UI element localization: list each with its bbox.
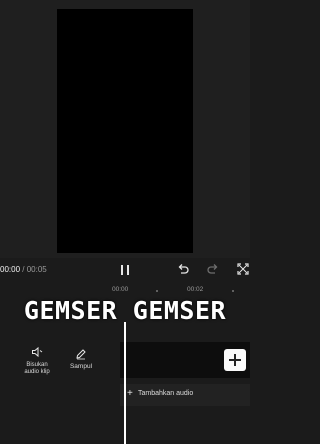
pencil-icon <box>76 349 86 360</box>
cover-button[interactable]: Sampul <box>65 348 97 382</box>
cover-label: Sampul <box>69 363 93 370</box>
video-track[interactable] <box>120 342 250 378</box>
timeline-ruler: 00:00 00:02 <box>0 284 250 296</box>
fullscreen-button[interactable] <box>236 262 250 276</box>
add-audio-plus-icon: + <box>127 388 133 399</box>
undo-button[interactable] <box>176 262 190 276</box>
time-display: 00:00 / 00:05 <box>0 265 47 274</box>
ruler-tick <box>232 290 234 292</box>
playhead[interactable] <box>124 322 126 444</box>
add-audio-button[interactable]: + Tambahkan audio <box>120 384 250 406</box>
add-audio-label: Tambahkan audio <box>138 390 194 397</box>
ruler-label: 00:02 <box>187 286 204 293</box>
video-preview[interactable] <box>57 9 193 253</box>
undo-icon <box>178 264 189 274</box>
ruler-label: 00:00 <box>112 286 129 293</box>
current-time: 00:00 <box>0 265 21 274</box>
preview-area <box>0 0 250 258</box>
video-editor: 00:00 / 00:05 00:00 00:02 GEMSER GEMSER … <box>0 0 250 444</box>
time-separator: / <box>20 265 27 274</box>
playback-controls: 00:00 / 00:05 <box>0 258 250 282</box>
mute-audio-label: Bisukan audio klip <box>24 362 50 375</box>
ruler-tick <box>156 290 158 292</box>
overlay-text: GEMSER GEMSER <box>23 296 227 325</box>
redo-icon <box>207 264 218 274</box>
add-clip-button[interactable] <box>224 349 246 371</box>
pause-button[interactable] <box>118 263 132 277</box>
fullscreen-icon <box>237 263 249 275</box>
timeline: + Tambahkan audio <box>120 342 250 442</box>
speaker-mute-icon <box>32 346 43 358</box>
mute-audio-button[interactable]: Bisukan audio klip <box>21 346 53 380</box>
total-time: 00:05 <box>26 265 47 274</box>
redo-button[interactable] <box>206 262 220 276</box>
